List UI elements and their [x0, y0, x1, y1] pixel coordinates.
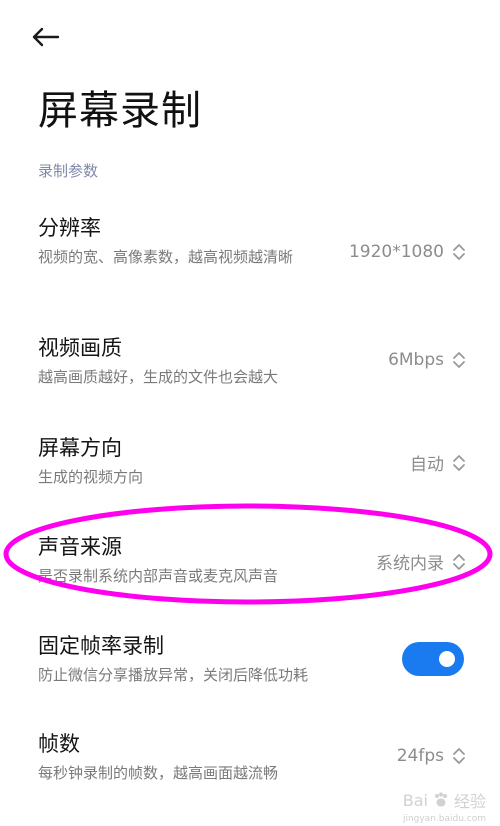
toggle-knob — [439, 651, 455, 667]
setting-resolution[interactable]: 分辨率 视频的宽、高像素数，越高视频越清晰 1920*1080 — [0, 214, 500, 304]
setting-title: 屏幕方向 — [38, 436, 122, 460]
watermark: Bai 经验 — [403, 788, 486, 812]
video-quality-picker[interactable]: 6Mbps — [388, 350, 466, 370]
setting-value: 24fps — [396, 746, 444, 766]
resolution-picker[interactable]: 1920*1080 — [349, 242, 466, 262]
orientation-picker[interactable]: 自动 — [410, 450, 466, 475]
page-title: 屏幕录制 — [38, 88, 202, 134]
section-header-recording-params: 录制参数 — [38, 162, 99, 180]
setting-audio-source[interactable]: 声音来源 是否录制系统内部声音或麦克风声音 系统内录 — [0, 533, 500, 593]
setting-fixed-fps-recording: 固定帧率录制 防止微信分享播放异常，关闭后降低功耗 — [0, 632, 500, 692]
setting-value: 自动 — [410, 455, 444, 475]
frame-rate-picker[interactable]: 24fps — [397, 746, 466, 766]
setting-value: 系统内录 — [376, 554, 444, 574]
watermark-brand-2: 经验 — [453, 792, 486, 811]
setting-description: 防止微信分享播放异常，关闭后降低功耗 — [38, 666, 309, 684]
watermark-url: jingyan.baidu.com — [402, 814, 486, 824]
setting-description: 每秒钟录制的帧数，越高画面越流畅 — [38, 764, 279, 782]
audio-source-picker[interactable]: 系统内录 — [376, 549, 466, 574]
setting-description: 生成的视频方向 — [38, 468, 144, 486]
watermark-brand: Bai — [402, 790, 428, 810]
setting-screen-orientation[interactable]: 屏幕方向 生成的视频方向 自动 — [0, 434, 500, 494]
setting-description: 视频的宽、高像素数，越高视频越清晰 — [38, 248, 294, 266]
back-button[interactable] — [30, 22, 70, 52]
paw-icon — [434, 792, 447, 807]
setting-value: 6Mbps — [388, 350, 444, 370]
setting-title: 分辨率 — [38, 216, 101, 240]
setting-value: 1920*1080 — [348, 242, 444, 262]
setting-frame-rate[interactable]: 帧数 每秒钟录制的帧数，越高画面越流畅 24fps — [0, 730, 500, 790]
setting-video-quality[interactable]: 视频画质 越高画质越好，生成的文件也会越大 6Mbps — [0, 334, 500, 394]
chevron-up-down-icon — [453, 244, 465, 260]
setting-description: 是否录制系统内部声音或麦克风声音 — [38, 567, 279, 585]
setting-description: 越高画质越好，生成的文件也会越大 — [38, 368, 279, 386]
chevron-up-down-icon — [453, 352, 465, 368]
screen-recording-settings-page: 屏幕录制 录制参数 分辨率 视频的宽、高像素数，越高视频越清晰 1920*108… — [0, 0, 500, 826]
arrow-left-icon — [32, 27, 60, 47]
chevron-up-down-icon — [453, 553, 465, 570]
fixed-fps-toggle[interactable] — [402, 642, 464, 676]
chevron-up-down-icon — [453, 748, 465, 764]
chevron-up-down-icon — [453, 454, 465, 471]
